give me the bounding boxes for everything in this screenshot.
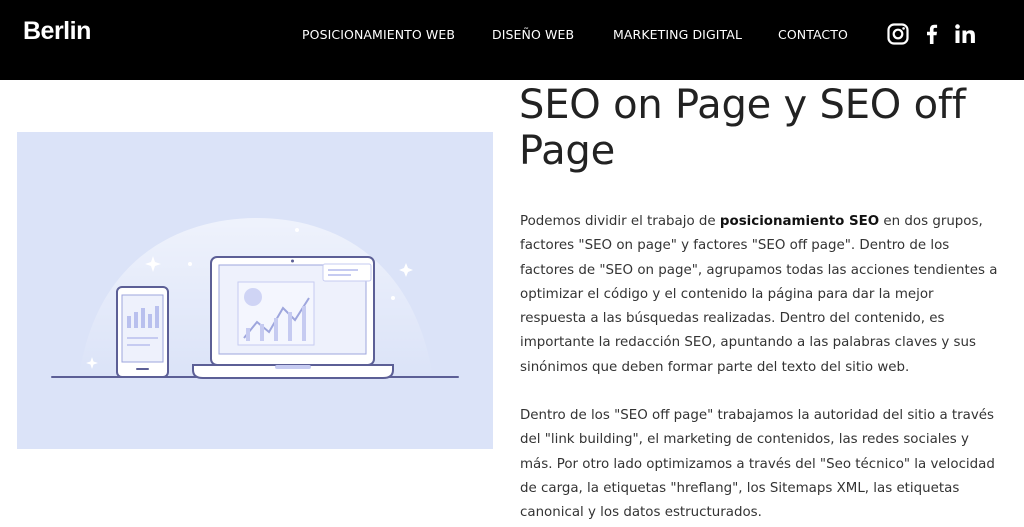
instagram-icon[interactable]: [886, 22, 910, 46]
article-paragraph-seo-on-page: Podemos dividir el trabajo de posicionam…: [520, 210, 1000, 380]
nav-marketing-digital[interactable]: MARKETING DIGITAL: [613, 27, 742, 42]
paragraph-text: Podemos dividir el trabajo de: [520, 214, 720, 229]
brand-logo[interactable]: Berlin: [23, 17, 91, 46]
nav-posicionamiento-web[interactable]: POSICIONAMIENTO WEB: [302, 27, 455, 42]
top-navigation-bar: Berlin POSICIONAMIENTO WEB DISEÑO WEB MA…: [0, 0, 1024, 80]
keyword-posicionamiento-seo: posicionamiento SEO: [719, 214, 880, 229]
illustration-graphic: [51, 218, 459, 379]
nav-diseno-web[interactable]: DISEÑO WEB: [492, 27, 574, 42]
article-paragraph-seo-off-page: Dentro de los "SEO off page" trabajamos …: [520, 408, 995, 521]
nav-contacto[interactable]: CONTACTO: [778, 27, 848, 42]
paragraph-text: en dos grupos, factores "SEO on page" y …: [520, 214, 998, 375]
smartphone-icon: [116, 286, 169, 378]
article-title: SEO on Page y SEO off Page: [519, 82, 966, 174]
facebook-icon[interactable]: [920, 22, 944, 46]
linkedin-icon[interactable]: [953, 22, 977, 46]
laptop-icon: [192, 256, 394, 379]
seo-devices-illustration: [17, 132, 493, 449]
